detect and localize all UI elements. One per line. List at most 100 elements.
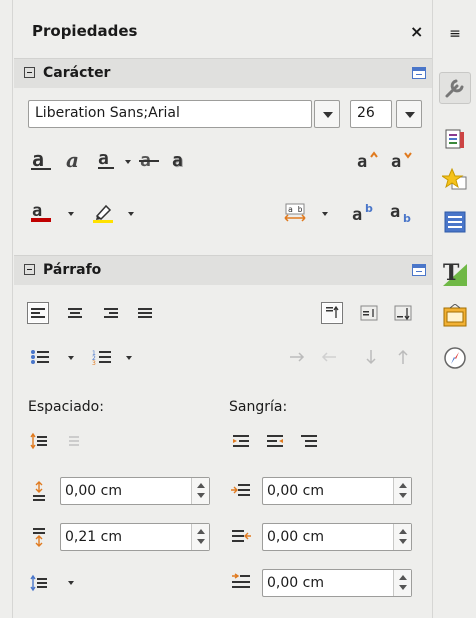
- bullet-list-dropdown-icon[interactable]: [68, 356, 74, 360]
- styles-icon: [445, 129, 464, 149]
- below-spacing-icon: [33, 528, 45, 547]
- line-spacing-button[interactable]: [28, 572, 50, 594]
- svg-text:a: a: [98, 150, 109, 169]
- underline-dropdown-icon[interactable]: [125, 160, 131, 164]
- shrink-font-icon: a: [391, 152, 412, 171]
- deck-title: Propiedades: [32, 22, 138, 40]
- collapse-icon[interactable]: [24, 67, 35, 78]
- tab-manage-changes[interactable]: [439, 300, 471, 332]
- justify-button[interactable]: [134, 302, 156, 324]
- align-middle-button[interactable]: [358, 302, 380, 324]
- spin-arrows-icon[interactable]: [393, 570, 411, 596]
- first-line-indent-spinbox[interactable]: 0,00 cm: [262, 569, 412, 597]
- align-center-button[interactable]: [64, 302, 86, 324]
- superscript-button[interactable]: a b: [350, 202, 380, 224]
- increase-indent-button[interactable]: [230, 430, 252, 452]
- tab-page[interactable]: T: [439, 258, 471, 290]
- after-indent-spinbox[interactable]: 0,00 cm: [262, 523, 412, 551]
- paragraph-section-header[interactable]: Párrafo: [14, 255, 432, 285]
- align-bottom-button[interactable]: [392, 302, 414, 324]
- decrease-indent-button[interactable]: [264, 430, 286, 452]
- close-deck-button[interactable]: ×: [410, 22, 423, 41]
- strikethrough-button[interactable]: a: [136, 150, 162, 172]
- spin-arrows-icon[interactable]: [191, 478, 209, 504]
- line-spacing-dropdown-icon[interactable]: [68, 581, 74, 585]
- character-spacing-button[interactable]: a b: [282, 202, 308, 224]
- font-color-dropdown-icon[interactable]: [68, 212, 74, 216]
- before-indent-spinbox[interactable]: 0,00 cm: [262, 477, 412, 505]
- svg-text:b: b: [365, 203, 373, 215]
- hanging-indent-button[interactable]: [298, 430, 320, 452]
- align-left-button[interactable]: [27, 302, 49, 324]
- bold-button[interactable]: a: [28, 150, 54, 172]
- font-name-dropdown-button[interactable]: [314, 100, 340, 128]
- align-right-button[interactable]: [100, 302, 122, 324]
- superscript-icon: a b: [352, 203, 373, 223]
- manage-changes-icon: [443, 304, 467, 327]
- spin-arrows-icon[interactable]: [191, 524, 209, 550]
- font-size-dropdown-button[interactable]: [396, 100, 422, 128]
- arrow-left-icon: [321, 352, 336, 362]
- subscript-icon: a b: [390, 203, 411, 223]
- highlight-dropdown-icon[interactable]: [128, 212, 134, 216]
- svg-text:3: 3: [92, 360, 96, 367]
- increase-paragraph-spacing-button[interactable]: [28, 430, 50, 452]
- above-spacing-spinbox[interactable]: 0,00 cm: [60, 477, 210, 505]
- tab-design[interactable]: [439, 342, 471, 374]
- tab-gallery[interactable]: [439, 164, 471, 196]
- navigator-icon: [444, 211, 466, 233]
- arrow-up-icon: [398, 349, 408, 364]
- font-size-combobox[interactable]: 26: [350, 100, 392, 128]
- first-line-indent-value: 0,00 cm: [267, 575, 324, 591]
- more-options-icon[interactable]: [412, 264, 426, 276]
- sidebar-tab-bar: ≡ T: [432, 0, 476, 618]
- tab-styles[interactable]: [439, 124, 471, 156]
- arrow-down-icon: [366, 350, 376, 365]
- above-spacing-value: 0,00 cm: [65, 483, 122, 499]
- decrease-font-size-button[interactable]: a: [390, 150, 416, 172]
- svg-text:a: a: [66, 151, 79, 171]
- shadow-button[interactable]: a a: [168, 150, 194, 172]
- spin-arrows-icon[interactable]: [393, 478, 411, 504]
- indent-label: Sangría:: [229, 399, 288, 415]
- grow-font-icon: a: [357, 151, 378, 171]
- more-options-icon[interactable]: [412, 67, 426, 79]
- italic-button[interactable]: a: [62, 150, 88, 172]
- below-spacing-spinbox[interactable]: 0,21 cm: [60, 523, 210, 551]
- highlighter-icon: [93, 204, 113, 223]
- numbered-list-dropdown-icon[interactable]: [126, 356, 132, 360]
- bullet-list-button[interactable]: [28, 346, 52, 368]
- below-spacing-value: 0,21 cm: [65, 529, 122, 545]
- numbered-list-icon: 1 2 3: [92, 350, 111, 367]
- tab-properties[interactable]: [439, 72, 471, 104]
- font-color-icon: a: [31, 202, 51, 222]
- character-spacing-dropdown-icon[interactable]: [322, 212, 328, 216]
- underline-button[interactable]: a: [94, 150, 120, 172]
- align-top-button[interactable]: [321, 302, 343, 324]
- svg-text:b: b: [403, 212, 411, 223]
- highlight-color-button[interactable]: [90, 202, 116, 224]
- demote-button[interactable]: [286, 346, 308, 368]
- collapse-icon[interactable]: [24, 264, 35, 275]
- spacing-label: Espaciado:: [28, 399, 104, 415]
- font-color-button[interactable]: a: [28, 202, 54, 224]
- character-spacing-icon: a b: [284, 203, 306, 222]
- decrease-paragraph-spacing-button[interactable]: [62, 430, 84, 452]
- tab-navigator[interactable]: [439, 206, 471, 238]
- deck-splitter[interactable]: [12, 0, 13, 618]
- subscript-button[interactable]: a b: [388, 202, 418, 224]
- move-up-button[interactable]: [392, 346, 414, 368]
- menu-icon: ≡: [449, 26, 461, 42]
- promote-button[interactable]: [318, 346, 340, 368]
- paragraph-section-label: Párrafo: [43, 262, 102, 278]
- before-indent-icon-holder: [230, 480, 252, 502]
- underline-icon: a: [98, 150, 114, 169]
- before-indent-value: 0,00 cm: [267, 483, 324, 499]
- sidebar-menu-button[interactable]: ≡: [439, 18, 471, 50]
- font-name-combobox[interactable]: Liberation Sans;Arial: [28, 100, 312, 128]
- spin-arrows-icon[interactable]: [393, 524, 411, 550]
- move-down-button[interactable]: [360, 346, 382, 368]
- character-section-header[interactable]: Carácter: [14, 58, 432, 88]
- numbered-list-button[interactable]: 1 2 3: [90, 346, 114, 368]
- increase-font-size-button[interactable]: a: [356, 150, 382, 172]
